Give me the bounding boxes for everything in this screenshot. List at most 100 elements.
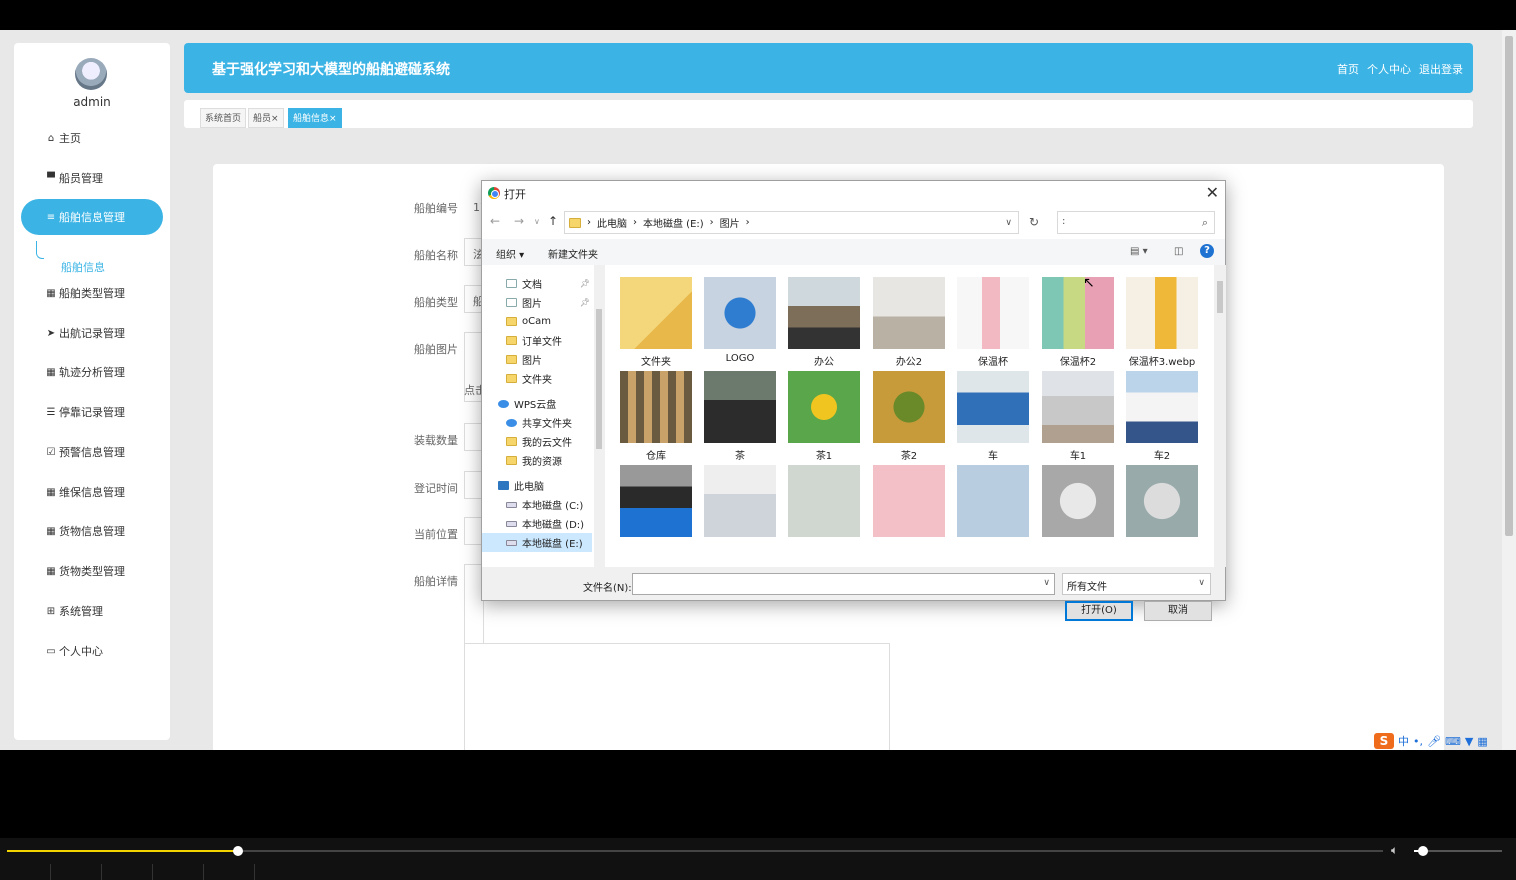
chevron-down-icon[interactable]: ∨ bbox=[1043, 578, 1050, 588]
rich-text-editor[interactable] bbox=[464, 643, 890, 750]
breadcrumb-drive-e[interactable]: 本地磁盘 (E:) bbox=[643, 215, 704, 230]
progress-knob[interactable] bbox=[233, 846, 244, 856]
file-scrollbar[interactable] bbox=[1214, 265, 1226, 567]
nav-item[interactable]: 文档 📌︎ bbox=[482, 274, 592, 293]
file-item[interactable] bbox=[869, 465, 949, 541]
cancel-button[interactable]: 取消 bbox=[1144, 601, 1212, 621]
nav-item[interactable]: 我的云文件 bbox=[482, 432, 592, 451]
tab-close-icon[interactable]: × bbox=[271, 114, 279, 124]
ime-mode[interactable]: 中 bbox=[1398, 733, 1409, 749]
address-bar[interactable]: › 此电脑 › 本地磁盘 (E:) › 图片 › ∨ bbox=[564, 211, 1019, 234]
sidebar-item-6[interactable]: ☰ 停靠记录管理 bbox=[21, 394, 163, 430]
user-avatar[interactable] bbox=[75, 58, 107, 90]
nav-item-label: 本地磁盘 (C:) bbox=[522, 501, 584, 512]
nav-scrollbar[interactable] bbox=[594, 265, 604, 567]
breadcrumb-pictures[interactable]: 图片 bbox=[720, 215, 740, 230]
nav-item[interactable]: 订单文件 bbox=[482, 331, 592, 350]
sidebar-item-9[interactable]: ▦ 货物信息管理 bbox=[21, 513, 163, 549]
close-icon[interactable]: ✕ bbox=[1206, 183, 1219, 202]
file-item[interactable]: 保温杯3.webp bbox=[1122, 277, 1202, 368]
nav-item[interactable]: 我的资源 bbox=[482, 451, 592, 470]
page-scrollbar[interactable] bbox=[1502, 30, 1516, 750]
doc-icon bbox=[506, 279, 517, 288]
file-item[interactable]: 茶 bbox=[700, 371, 780, 462]
file-item[interactable]: 茶1 bbox=[784, 371, 864, 462]
ime-toolbar[interactable]: S 中 •, 🎤︎ ⌨︎ ▼ ▦ bbox=[1374, 732, 1488, 750]
recent-dropdown-icon[interactable]: ∨ bbox=[534, 217, 540, 226]
file-item[interactable]: 办公2 bbox=[869, 277, 949, 368]
drive-icon bbox=[506, 501, 517, 508]
file-item[interactable] bbox=[1038, 465, 1118, 541]
tshirt-icon[interactable]: ▼ bbox=[1465, 735, 1473, 748]
file-item[interactable] bbox=[1122, 465, 1202, 541]
nav-item[interactable]: 图片 bbox=[482, 350, 592, 369]
filetype-select[interactable]: 所有文件 ∨ bbox=[1062, 573, 1211, 595]
image-thumbnail bbox=[704, 277, 776, 349]
file-item[interactable]: 车2 bbox=[1122, 371, 1202, 462]
back-arrow-icon[interactable]: ← bbox=[490, 214, 500, 228]
tab-home[interactable]: 系统首页 bbox=[200, 108, 247, 128]
ime-punct[interactable]: •, bbox=[1413, 735, 1423, 748]
help-icon[interactable]: ? bbox=[1200, 244, 1214, 258]
file-item[interactable] bbox=[616, 465, 696, 541]
preview-pane-icon[interactable]: ◫ bbox=[1174, 246, 1183, 257]
sidebar-item-3[interactable]: ▦ 船舶类型管理 bbox=[21, 275, 163, 311]
file-item[interactable]: 保温杯2 bbox=[1038, 277, 1118, 368]
nav-item[interactable]: 本地磁盘 (C:) bbox=[482, 495, 592, 514]
keyboard-icon[interactable]: ⌨︎ bbox=[1445, 735, 1461, 748]
sidebar-item-2[interactable]: ≡ 船舶信息管理 bbox=[21, 199, 163, 235]
sidebar-item-12[interactable]: ▭ 个人中心 bbox=[21, 633, 163, 669]
nav-item[interactable]: WPS云盘 bbox=[482, 394, 592, 413]
view-options-icon[interactable]: ▤ ▾ bbox=[1130, 246, 1148, 257]
sidebar-item-4[interactable]: ➤ 出航记录管理 bbox=[21, 315, 163, 351]
file-item[interactable]: 茶2 bbox=[869, 371, 949, 462]
up-arrow-icon[interactable]: ↑ bbox=[548, 214, 558, 228]
sidebar-item-11[interactable]: ⊞ 系统管理 bbox=[21, 593, 163, 629]
file-item[interactable]: 车1 bbox=[1038, 371, 1118, 462]
nav-item[interactable]: 此电脑 bbox=[482, 476, 592, 495]
file-item[interactable] bbox=[700, 465, 780, 541]
sidebar-item-0[interactable]: ⌂ 主页 bbox=[21, 120, 163, 156]
nav-item[interactable]: 文件夹 bbox=[482, 369, 592, 388]
filename-input[interactable]: ∨ bbox=[632, 573, 1055, 595]
apps-icon[interactable]: ▦ bbox=[1477, 735, 1487, 748]
forward-arrow-icon[interactable]: → bbox=[514, 214, 524, 228]
file-item[interactable]: 文件夹 bbox=[616, 277, 696, 368]
breadcrumb-this-pc[interactable]: 此电脑 bbox=[597, 215, 627, 230]
nav-item-label: 订单文件 bbox=[522, 337, 562, 348]
volume-knob[interactable] bbox=[1417, 846, 1428, 856]
file-item[interactable]: 办公 bbox=[784, 277, 864, 368]
volume-icon[interactable]: 🔈︎ bbox=[1391, 843, 1398, 858]
nav-item[interactable]: 共享文件夹 bbox=[482, 413, 592, 432]
file-item[interactable] bbox=[784, 465, 864, 541]
sidebar-item-1[interactable]: ▀ 船员管理 bbox=[21, 160, 163, 196]
address-dropdown-icon[interactable]: ∨ bbox=[1005, 218, 1012, 228]
header-link-home[interactable]: 首页 bbox=[1337, 61, 1359, 77]
mic-icon[interactable]: 🎤︎ bbox=[1427, 735, 1441, 748]
tab-ship-info[interactable]: 船舶信息× bbox=[288, 108, 342, 128]
refresh-icon[interactable]: ↻ bbox=[1023, 211, 1045, 234]
file-item[interactable] bbox=[953, 465, 1033, 541]
organize-menu[interactable]: 组织 ▾ bbox=[496, 246, 524, 261]
submenu-item-ship-info[interactable]: 船舶信息 bbox=[61, 259, 105, 275]
nav-item[interactable]: 本地磁盘 (E:) bbox=[482, 533, 592, 552]
file-name: 茶2 bbox=[900, 451, 918, 462]
file-item[interactable]: 车 bbox=[953, 371, 1033, 462]
new-folder-button[interactable]: 新建文件夹 bbox=[548, 246, 598, 261]
sidebar-item-10[interactable]: ▦ 货物类型管理 bbox=[21, 553, 163, 589]
search-input[interactable]: : ⌕ bbox=[1057, 211, 1215, 234]
tab-close-icon[interactable]: × bbox=[329, 114, 337, 124]
nav-item[interactable]: oCam bbox=[482, 312, 592, 331]
file-item[interactable]: 保温杯 bbox=[953, 277, 1033, 368]
nav-item[interactable]: 本地磁盘 (D:) bbox=[482, 514, 592, 533]
open-button[interactable]: 打开(O) bbox=[1065, 601, 1133, 621]
sidebar-item-8[interactable]: ▦ 维保信息管理 bbox=[21, 474, 163, 510]
file-item[interactable]: LOGO bbox=[700, 277, 780, 364]
header-link-logout[interactable]: 退出登录 bbox=[1419, 61, 1463, 77]
header-link-profile[interactable]: 个人中心 bbox=[1367, 61, 1411, 77]
sidebar-item-7[interactable]: ☑ 预警信息管理 bbox=[21, 434, 163, 470]
sidebar-item-5[interactable]: ▦ 轨迹分析管理 bbox=[21, 354, 163, 390]
tab-crew[interactable]: 船员× bbox=[248, 108, 284, 128]
nav-item[interactable]: 图片 📌︎ bbox=[482, 293, 592, 312]
file-item[interactable]: 仓库 bbox=[616, 371, 696, 462]
